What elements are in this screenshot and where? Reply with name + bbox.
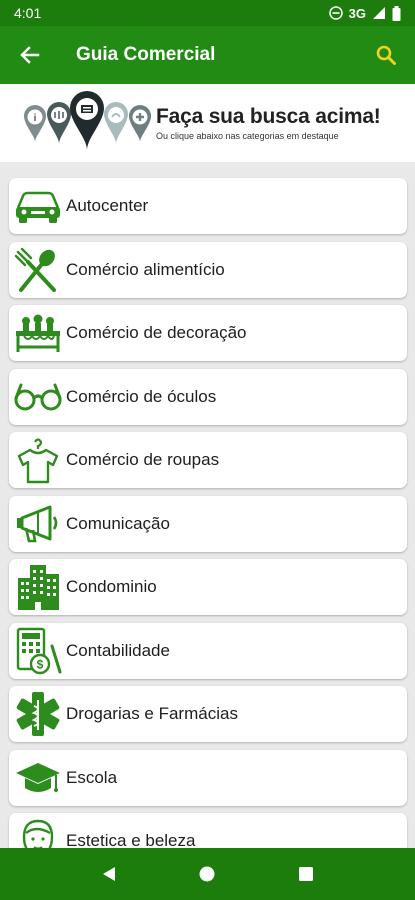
buildings-icon (12, 561, 64, 613)
arrow-left-icon (20, 46, 40, 64)
banner-subline: Ou clique abaixo nas categorias em desta… (156, 131, 339, 141)
banner-headline: Faça sua busca acima! (156, 105, 381, 128)
car-icon (12, 180, 64, 232)
accounting-icon: $ (12, 625, 64, 677)
signal-icon (373, 7, 385, 19)
category-comercio-oculos[interactable]: Comércio de óculos (9, 369, 407, 425)
category-autocenter[interactable]: Autocenter (9, 178, 407, 234)
category-label: Escola (66, 768, 118, 787)
category-label: Drogarias e Farmácias (66, 704, 238, 723)
category-estetica-beleza[interactable]: Estetica e beleza (9, 813, 407, 848)
status-time: 4:01 (14, 5, 42, 21)
pharmacy-icon (12, 688, 64, 740)
nav-home-button[interactable] (187, 854, 227, 894)
category-label: Condominio (66, 577, 157, 596)
home-circle-icon (199, 866, 215, 882)
category-label: Contabilidade (66, 641, 170, 660)
category-comercio-roupas[interactable]: Comércio de roupas (9, 432, 407, 488)
category-drogarias-farmacias[interactable]: Drogarias e Farmácias (9, 686, 407, 742)
category-label: Autocenter (66, 196, 149, 215)
decor-table-icon (12, 307, 64, 359)
category-label: Comércio de decoração (66, 323, 247, 342)
category-label: Estetica e beleza (66, 831, 196, 848)
category-comunicacao[interactable]: Comunicação (9, 496, 407, 552)
dnd-icon (328, 6, 343, 20)
category-comercio-decoracao[interactable]: Comércio de decoração (9, 305, 407, 361)
shirt-hanger-icon (12, 434, 64, 486)
recents-square-icon (298, 867, 313, 881)
nav-recents-button[interactable] (286, 854, 326, 894)
battery-icon (392, 5, 401, 21)
glasses-icon (12, 371, 64, 423)
system-navigation-bar (0, 848, 415, 900)
beauty-icon (12, 815, 64, 848)
search-hint-banner: i Faça sua busca acima! Ou clique abaixo… (0, 84, 415, 162)
svg-text:$: $ (37, 658, 44, 672)
svg-text:i: i (34, 113, 37, 124)
fork-spoon-icon (12, 244, 64, 296)
search-icon (376, 45, 396, 65)
category-label: Comércio de óculos (66, 387, 217, 406)
category-condominio[interactable]: Condominio (9, 559, 407, 615)
category-contabilidade[interactable]: $ Contabilidade (9, 623, 407, 679)
category-list: Autocenter Comércio alimentício Comércio… (0, 162, 415, 848)
map-pins-icon: i (24, 91, 151, 150)
category-escola[interactable]: Escola (9, 750, 407, 806)
page-title: Guia Comercial (76, 44, 216, 65)
category-label: Comércio de roupas (66, 450, 220, 469)
graduation-cap-icon (12, 752, 64, 804)
status-bar: 4:01 3G (0, 0, 415, 26)
category-label: Comunicação (66, 514, 170, 533)
back-triangle-icon (103, 867, 116, 881)
search-button[interactable] (371, 40, 401, 70)
app-bar: Guia Comercial (0, 26, 415, 84)
nav-back-button[interactable] (89, 854, 129, 894)
category-comercio-alimenticio[interactable]: Comércio alimentício (9, 242, 407, 298)
category-label: Comércio alimentício (66, 260, 225, 279)
megaphone-icon (12, 498, 64, 550)
network-type: 3G (348, 5, 366, 21)
back-button[interactable] (14, 40, 44, 70)
